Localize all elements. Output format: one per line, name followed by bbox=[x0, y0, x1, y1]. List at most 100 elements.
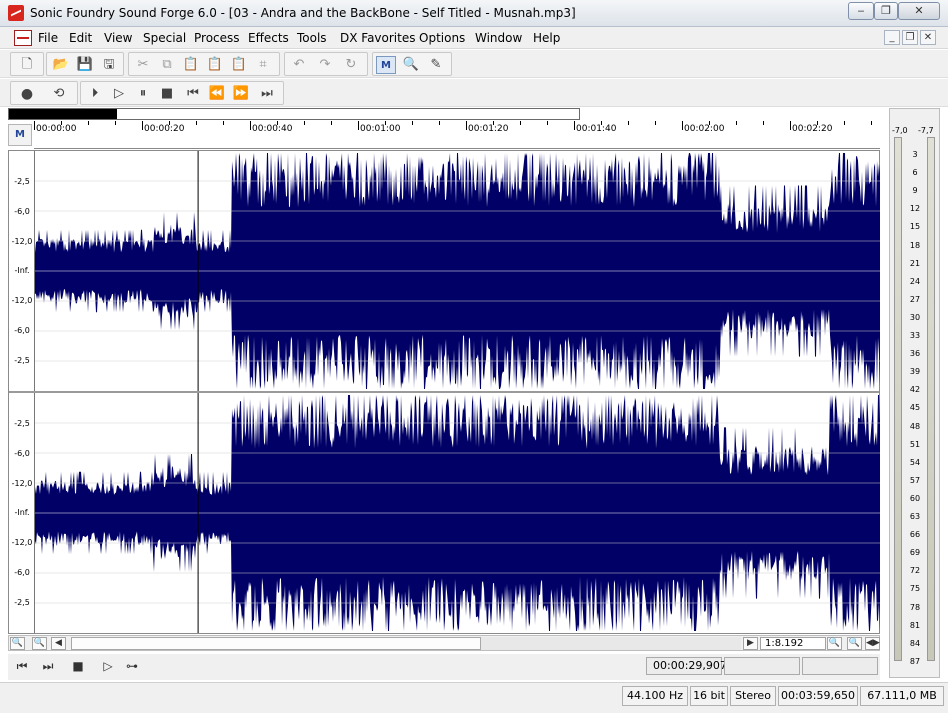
redo-icon[interactable]: ↷ bbox=[315, 56, 335, 74]
menu-view[interactable]: View bbox=[104, 31, 132, 45]
menu-effects[interactable]: Effects bbox=[248, 31, 289, 45]
toolbar-group-history: ↶ ↷ ↻ bbox=[284, 52, 368, 76]
go-to-end-icon[interactable]: ⏭ bbox=[257, 85, 277, 103]
close-window-button[interactable]: ✕ bbox=[898, 2, 940, 20]
play-all-icon[interactable]: ⏵ bbox=[85, 85, 105, 103]
ruler-minor-tick bbox=[628, 121, 629, 125]
loop-playback-icon[interactable]: ⟲ bbox=[49, 85, 69, 103]
pause-icon[interactable]: ⏸ bbox=[133, 85, 153, 103]
paste-mix-icon[interactable]: 📋 bbox=[205, 56, 225, 74]
bit-depth[interactable]: 16 bit bbox=[690, 686, 728, 706]
horizontal-scrollbar[interactable]: 🔍 🔍 ◀ ▶ 1:8.192 🔍 🔍 ◀▶ bbox=[8, 635, 880, 651]
channel-mode[interactable]: Stereo bbox=[730, 686, 776, 706]
cut-icon[interactable]: ✂ bbox=[133, 56, 153, 74]
go-to-end-icon[interactable]: ⏭ bbox=[38, 657, 58, 675]
minimize-window-button[interactable]: ‒ bbox=[848, 2, 874, 20]
new-file-icon[interactable]: 🗋 bbox=[17, 56, 37, 74]
scale-label: -Inf. bbox=[14, 508, 30, 517]
scroll-left-icon[interactable]: ◀ bbox=[51, 637, 66, 650]
scroll-thumb[interactable] bbox=[71, 637, 481, 650]
go-to-start-icon[interactable]: ⏮ bbox=[12, 657, 32, 675]
play-as-sample-icon[interactable]: ⊶ bbox=[122, 657, 142, 675]
selection-start-display[interactable] bbox=[724, 657, 800, 675]
zoom-normalize-icon[interactable]: ◀▶ bbox=[865, 637, 880, 650]
paste-icon[interactable]: 📋 bbox=[181, 56, 201, 74]
time-ruler[interactable]: 00:00:00 00:00:20 00:00:40 00:01:00 00:0… bbox=[34, 121, 880, 149]
ruler-minor-tick bbox=[412, 121, 413, 125]
meter-scale-label: 66 bbox=[909, 530, 921, 540]
undo-icon[interactable]: ↶ bbox=[289, 56, 309, 74]
menu-edit[interactable]: Edit bbox=[69, 31, 92, 45]
overview-bar[interactable] bbox=[8, 108, 580, 120]
meter-scale-label: 81 bbox=[909, 620, 921, 630]
rewind-icon[interactable]: ⏪ bbox=[207, 85, 227, 103]
scale-label: -12,0 bbox=[11, 237, 33, 246]
right-peak-value: -7,7 bbox=[918, 126, 934, 135]
cursor-position-display[interactable]: 00:00:29,907 bbox=[646, 657, 727, 675]
file-length: 00:03:59,650 bbox=[778, 686, 858, 706]
menu-options[interactable]: Options bbox=[419, 31, 465, 45]
scale-label: -2,5 bbox=[14, 177, 30, 186]
record-icon[interactable]: ● bbox=[17, 85, 37, 103]
mdi-restore-button[interactable]: ❐ bbox=[902, 30, 918, 45]
magnify-tool-icon[interactable]: 🔍 bbox=[401, 56, 421, 74]
menu-window[interactable]: Window bbox=[475, 31, 522, 45]
sample-rate[interactable]: 44.100 Hz bbox=[622, 686, 688, 706]
save-icon[interactable]: 💾 bbox=[75, 56, 95, 74]
ruler-minor-tick bbox=[871, 121, 872, 125]
ruler-minor-tick bbox=[115, 121, 116, 125]
copy-icon[interactable]: ⧉ bbox=[157, 56, 177, 74]
menu-special[interactable]: Special bbox=[143, 31, 186, 45]
scale-label: -12,0 bbox=[11, 538, 33, 547]
data-window-transport: ⏮ ⏭ ■ ▷ ⊶ 00:00:29,907 bbox=[8, 654, 880, 680]
restore-window-button[interactable]: ❐ bbox=[874, 2, 898, 20]
zoom-in-time-icon[interactable]: 🔍 bbox=[10, 637, 25, 650]
play-icon[interactable]: ▷ bbox=[98, 657, 118, 675]
marker-tool-button[interactable]: M bbox=[8, 124, 32, 146]
toolbar-group-file: 📂 💾 🖫 bbox=[46, 52, 124, 76]
meter-scale-label: 21 bbox=[909, 258, 921, 268]
zoom-ratio-display[interactable]: 1:8.192 bbox=[760, 637, 826, 650]
menu-file[interactable]: File bbox=[38, 31, 58, 45]
edit-tool-icon[interactable]: M bbox=[376, 56, 396, 74]
menu-help[interactable]: Help bbox=[533, 31, 560, 45]
stop-icon[interactable]: ■ bbox=[157, 85, 177, 103]
pencil-tool-icon[interactable]: ✎ bbox=[426, 56, 446, 74]
repeat-icon[interactable]: ↻ bbox=[341, 56, 361, 74]
fast-forward-icon[interactable]: ⏩ bbox=[231, 85, 251, 103]
playback-meters[interactable]: -7,0 -7,7 3 6 9 12 15 18 21 24 27 30 33 36 39 42 45 48 5… bbox=[889, 108, 940, 678]
free-disk-space: 67.111,0 MB bbox=[860, 686, 944, 706]
paste-crossfade-icon[interactable]: 📋 bbox=[229, 56, 249, 74]
zoom-out-level-icon[interactable]: 🔍 bbox=[847, 637, 862, 650]
overview-visible-region[interactable] bbox=[9, 109, 117, 119]
mdi-minimize-button[interactable]: _ bbox=[884, 30, 900, 45]
title-bar: Sonic Foundry Sound Forge 6.0 - [03 - An… bbox=[0, 0, 948, 27]
menu-tools[interactable]: Tools bbox=[297, 31, 327, 45]
ruler-label: 00:02:00 bbox=[684, 124, 725, 134]
waveform-display[interactable]: -2,5 -6,0 -12,0 -Inf. -12,0 -6,0 -2,5 -2… bbox=[8, 150, 880, 634]
menu-process[interactable]: Process bbox=[194, 31, 240, 45]
mdi-close-button[interactable]: ✕ bbox=[920, 30, 936, 45]
zoom-in-level-icon[interactable]: 🔍 bbox=[827, 637, 842, 650]
meter-scale-label: 42 bbox=[909, 385, 921, 395]
menu-dx-favorites[interactable]: DX Favorites bbox=[340, 31, 415, 45]
selection-length-display[interactable] bbox=[802, 657, 878, 675]
play-icon[interactable]: ▷ bbox=[109, 85, 129, 103]
stop-icon[interactable]: ■ bbox=[68, 657, 88, 675]
open-folder-icon[interactable]: 📂 bbox=[51, 56, 71, 74]
sound-forge-app-icon[interactable] bbox=[8, 5, 24, 21]
toolbar-group-file-new: 🗋 bbox=[10, 52, 44, 76]
meter-scale-label: 33 bbox=[909, 331, 921, 340]
zoom-out-time-icon[interactable]: 🔍 bbox=[32, 637, 47, 650]
left-peak-value: -7,0 bbox=[892, 126, 908, 135]
save-all-icon[interactable]: 🖫 bbox=[99, 56, 119, 74]
go-to-start-icon[interactable]: ⏮ bbox=[183, 85, 203, 103]
toolbar-group-record: ● ⟲ bbox=[10, 81, 78, 105]
scroll-right-icon[interactable]: ▶ bbox=[743, 637, 758, 650]
toolbar-group-tools: M 🔍 ✎ bbox=[372, 52, 452, 76]
ruler-minor-tick bbox=[547, 121, 548, 125]
trim-crop-icon[interactable]: ⌗ bbox=[253, 56, 273, 74]
meter-scale-label: 87 bbox=[909, 656, 921, 666]
channel-separator bbox=[9, 391, 879, 393]
document-icon[interactable] bbox=[14, 30, 32, 46]
